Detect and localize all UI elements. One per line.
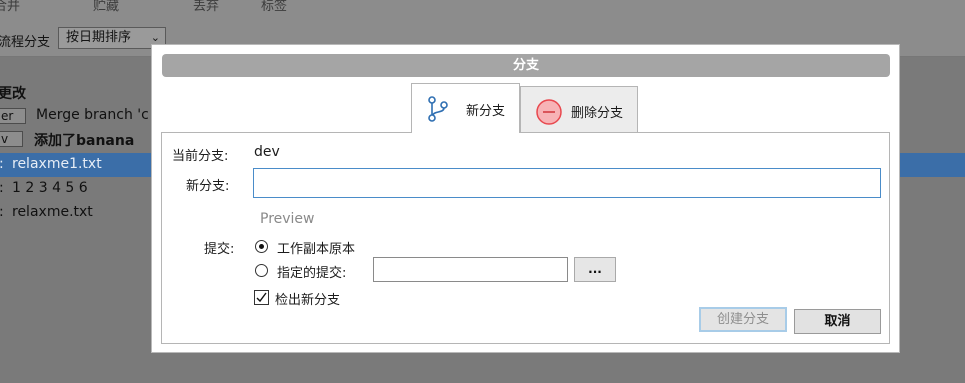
create-branch-button[interactable]: 创建分支 — [699, 307, 787, 332]
working-copy-radio[interactable] — [255, 240, 268, 253]
branch-tag: er — [0, 108, 27, 124]
tab-new-branch-label: 新分支 — [466, 104, 506, 119]
commit-message: Merge branch 'c — [36, 107, 149, 123]
specified-commit-radio[interactable] — [255, 264, 268, 277]
checkmark-icon — [256, 292, 267, 303]
commit-input[interactable] — [373, 257, 568, 282]
current-branch-label: 当前分支: — [172, 149, 229, 164]
commit-label: 提交: — [204, 242, 235, 257]
tab-delete-branch[interactable]: 删除分支 — [520, 86, 638, 135]
browse-commit-button[interactable]: ... — [574, 257, 616, 282]
branch-icon — [426, 95, 450, 127]
toolbar-stash[interactable]: 贮藏 — [93, 0, 119, 14]
commit-message: 添加了banana — [34, 133, 135, 149]
file-name: relaxme1.txt — [12, 156, 102, 172]
sort-select-value: 按日期排序 — [66, 30, 132, 45]
branch-dialog: 分支 新分支 删除分支 当前分支: dev 新分支: Preview 提交: 工… — [151, 44, 900, 353]
toolbar-merge[interactable]: 合并 — [0, 0, 20, 14]
current-branch-value: dev — [254, 144, 280, 160]
toolbar: 合并 贮藏 丢弃 标签 — [0, 0, 965, 23]
tab-new-branch[interactable]: 新分支 — [411, 83, 520, 133]
new-branch-panel: 当前分支: dev 新分支: Preview 提交: 工作副本原本 指定的提交:… — [161, 132, 890, 344]
new-branch-input[interactable] — [253, 168, 881, 198]
specified-commit-label: 指定的提交: — [277, 266, 347, 281]
toolbar-discard[interactable]: 丢弃 — [193, 0, 219, 14]
filter-label: 流程分支 — [0, 35, 51, 50]
checkout-label: 检出新分支 — [275, 293, 341, 308]
toolbar-tag[interactable]: 标签 — [261, 0, 287, 14]
file-name: 1 2 3 4 5 6 — [12, 180, 88, 196]
working-copy-label: 工作副本原本 — [277, 242, 356, 257]
dialog-title: 分支 — [162, 54, 890, 77]
file-name: relaxme.txt — [12, 204, 93, 220]
branch-tag: v — [0, 131, 24, 147]
cancel-button[interactable]: 取消 — [794, 309, 881, 334]
preview-label: Preview — [260, 211, 315, 227]
new-branch-label: 新分支: — [186, 179, 230, 194]
tab-delete-branch-label: 删除分支 — [571, 106, 624, 121]
sort-select[interactable]: 按日期排序 ⌄ — [58, 27, 166, 49]
checkout-checkbox[interactable] — [254, 290, 269, 305]
minus-circle-icon — [535, 98, 563, 130]
